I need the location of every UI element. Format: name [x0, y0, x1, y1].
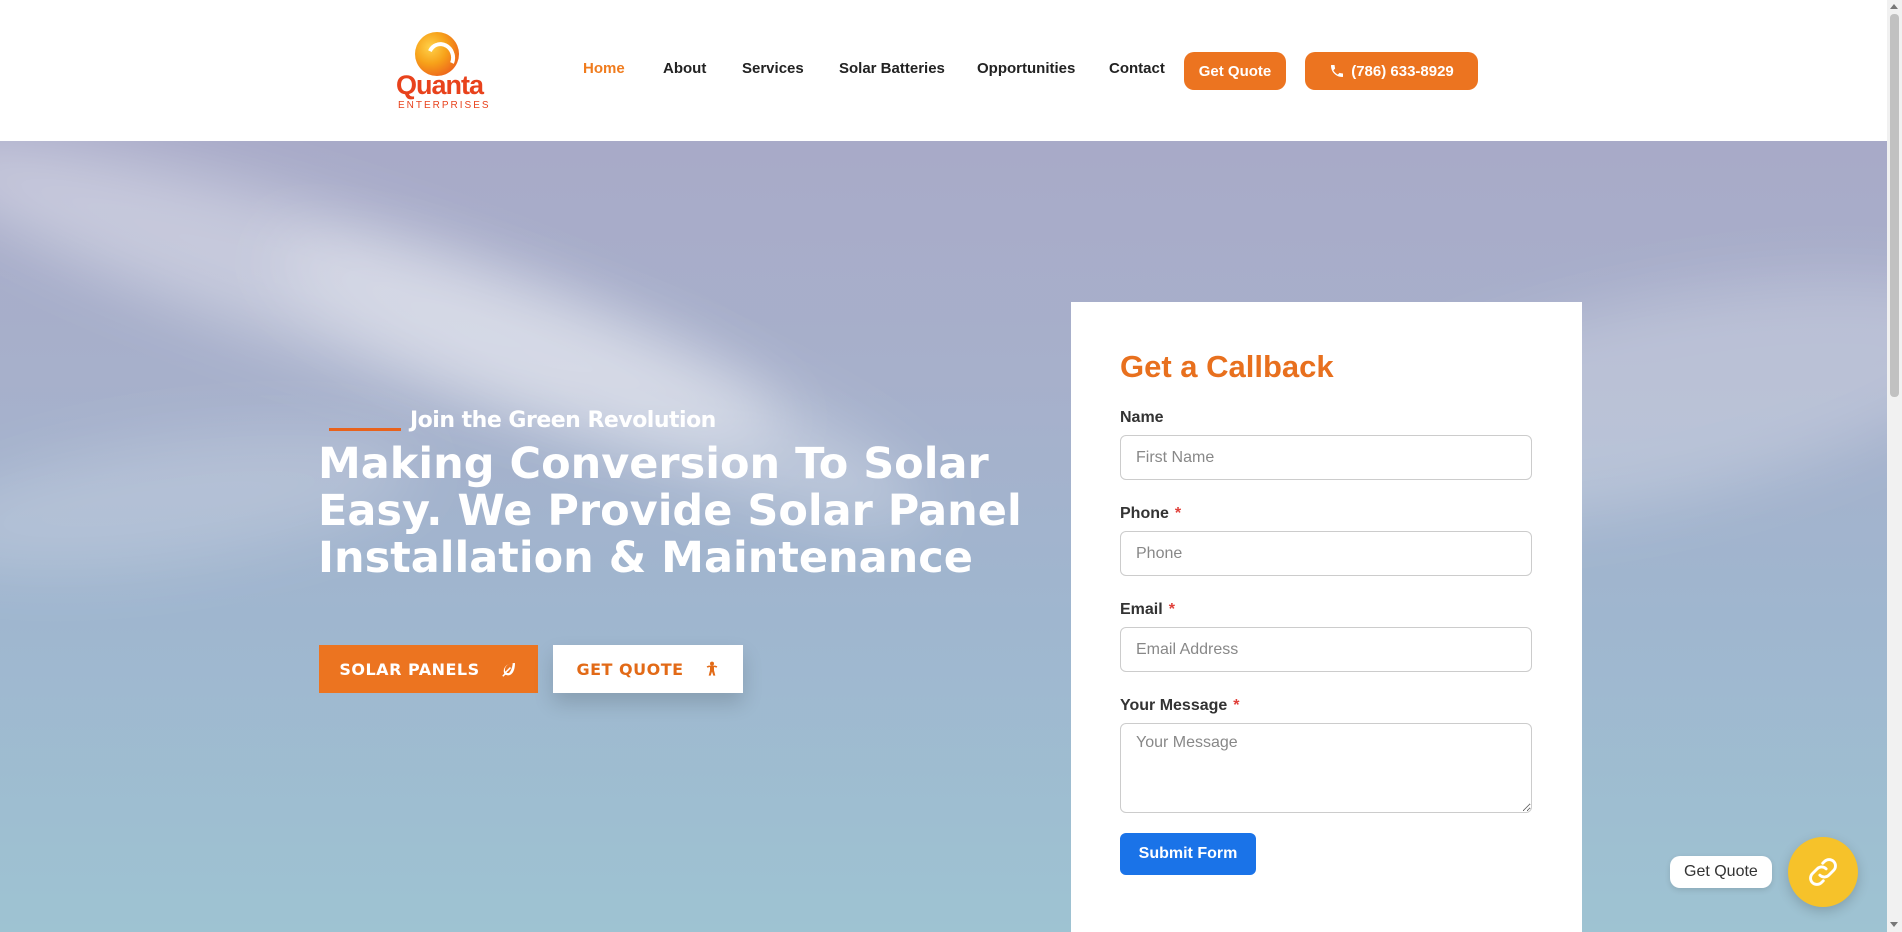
nav-about[interactable]: About [663, 60, 706, 77]
name-label-text: Name [1120, 409, 1164, 426]
name-label: Name [1120, 409, 1164, 427]
callback-form-title: Get a Callback [1120, 349, 1334, 384]
floating-get-quote-label[interactable]: Get Quote [1670, 856, 1772, 888]
link-icon [1809, 858, 1837, 886]
message-field[interactable] [1120, 723, 1532, 813]
hero-headline: Making Conversion To Solar Easy. We Prov… [318, 439, 1022, 583]
site-header: Quanta ENTERPRISES Home About Services S… [0, 0, 1887, 141]
message-label: Your Message * [1120, 697, 1240, 715]
person-icon [706, 661, 717, 676]
header-phone-label: (786) 633-8929 [1351, 62, 1454, 80]
email-label: Email * [1120, 601, 1175, 619]
scroll-thumb[interactable] [1890, 14, 1899, 397]
solar-panels-label: SOLAR PANELS [339, 659, 480, 679]
leaf-icon [501, 663, 515, 677]
header-get-quote-label: Get Quote [1198, 62, 1272, 80]
page-scrollbar[interactable] [1887, 0, 1902, 932]
required-marker: * [1168, 601, 1175, 618]
nav-services[interactable]: Services [742, 60, 804, 77]
hero-get-quote-label: GET QUOTE [576, 659, 684, 679]
logo-wordmark: Quanta [396, 70, 484, 100]
phone-label: Phone * [1120, 505, 1181, 523]
solar-panels-button[interactable]: SOLAR PANELS [319, 645, 538, 693]
scroll-up-icon[interactable] [1890, 4, 1898, 9]
required-marker: * [1233, 697, 1240, 714]
hero-kicker: Join the Green Revolution [410, 408, 716, 433]
scroll-down-icon[interactable] [1890, 922, 1898, 927]
header-phone-button[interactable]: (786) 633-8929 [1305, 52, 1478, 90]
phone-icon [1331, 65, 1344, 77]
phone-field[interactable] [1120, 531, 1532, 576]
header-get-quote-button[interactable]: Get Quote [1184, 52, 1286, 90]
nav-solar-batteries[interactable]: Solar Batteries [839, 60, 945, 77]
floating-get-quote-button[interactable] [1788, 837, 1858, 907]
callback-form-card: Get a Callback Name Phone * Email * Your M… [1071, 302, 1582, 932]
nav-opportunities[interactable]: Opportunities [977, 60, 1075, 77]
submit-form-button[interactable]: Submit Form [1120, 833, 1256, 875]
hero-get-quote-button[interactable]: GET QUOTE [553, 645, 743, 693]
phone-label-text: Phone [1120, 505, 1169, 522]
name-field[interactable] [1120, 435, 1532, 480]
required-marker: * [1174, 505, 1182, 522]
message-label-text: Your Message [1120, 697, 1228, 714]
kicker-divider [329, 428, 401, 431]
logo-tagline: ENTERPRISES [398, 100, 491, 111]
quanta-logo[interactable]: Quanta ENTERPRISES [394, 30, 489, 112]
nav-contact[interactable]: Contact [1109, 60, 1165, 77]
email-field[interactable] [1120, 627, 1532, 672]
email-label-text: Email [1120, 601, 1163, 618]
nav-home[interactable]: Home [583, 60, 625, 77]
